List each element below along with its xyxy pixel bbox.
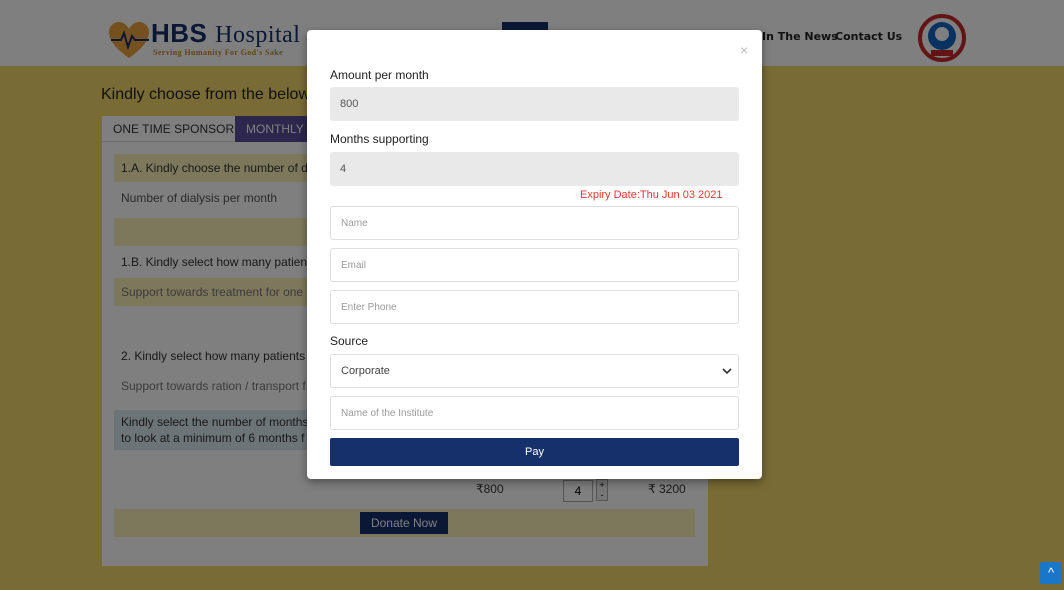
amount-field[interactable]: 800 bbox=[330, 87, 739, 121]
chevron-down-icon bbox=[722, 368, 732, 375]
source-selected-value: Corporate bbox=[341, 365, 390, 377]
chevron-up-icon: ^ bbox=[1047, 565, 1055, 580]
close-icon[interactable]: × bbox=[740, 42, 748, 58]
pay-button[interactable]: Pay bbox=[330, 438, 739, 466]
source-select[interactable]: Corporate bbox=[330, 354, 739, 388]
institute-input[interactable] bbox=[330, 396, 739, 430]
months-field[interactable]: 4 bbox=[330, 152, 739, 186]
expiry-date-text: Expiry Date:Thu Jun 03 2021 bbox=[580, 189, 723, 201]
phone-input[interactable] bbox=[330, 290, 739, 324]
email-input[interactable] bbox=[330, 248, 739, 282]
scroll-to-top-button[interactable]: ^ bbox=[1040, 562, 1062, 584]
sponsor-modal: × Amount per month 800 Months supporting… bbox=[307, 30, 762, 479]
months-label: Months supporting bbox=[330, 132, 429, 146]
amount-label: Amount per month bbox=[330, 68, 429, 82]
source-label: Source bbox=[330, 334, 369, 348]
name-input[interactable] bbox=[330, 206, 739, 240]
